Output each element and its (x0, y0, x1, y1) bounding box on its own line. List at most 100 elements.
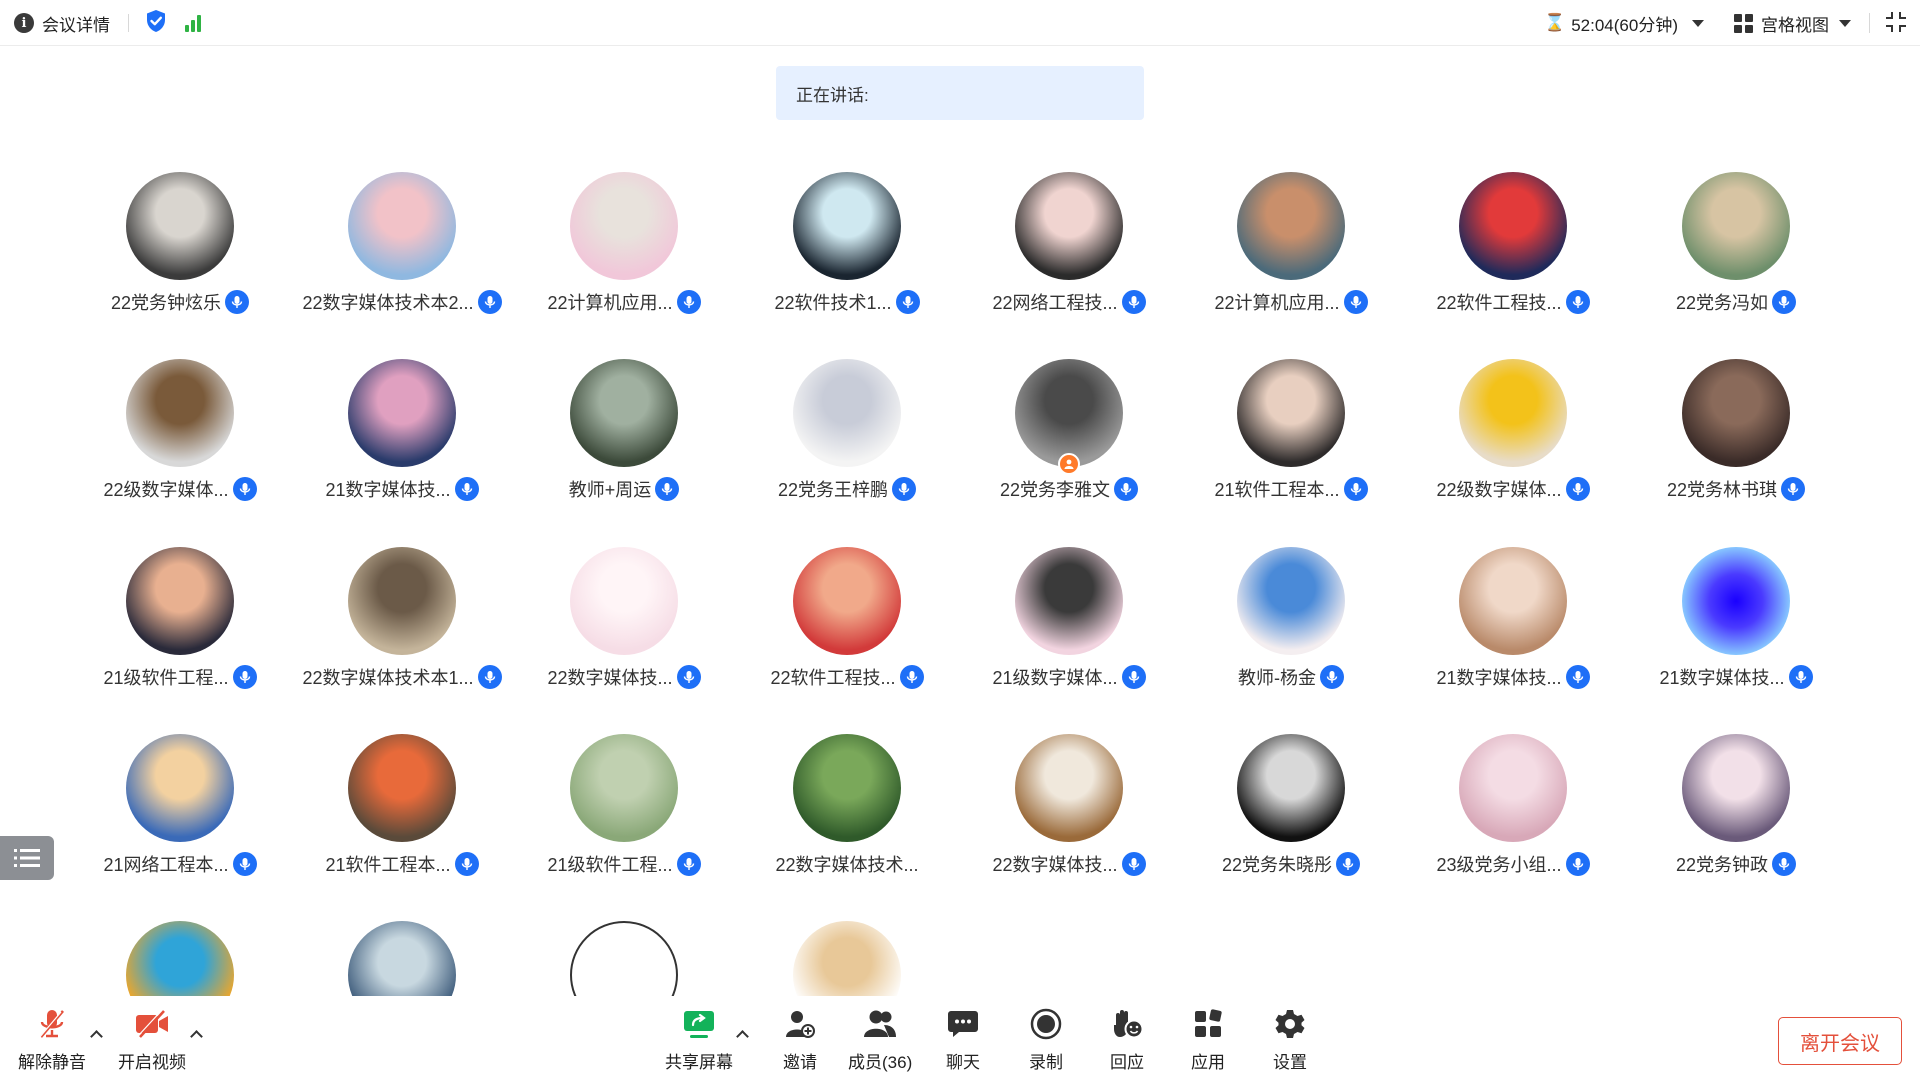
share-options-caret[interactable] (736, 1030, 750, 1040)
participant-tile[interactable] (69, 921, 291, 996)
participant-tile[interactable] (513, 921, 735, 996)
chat-button[interactable]: 聊天 (943, 1006, 983, 1076)
avatar (570, 734, 678, 842)
participant-name-row: 22计算机应用... (513, 288, 735, 316)
participant-tile[interactable]: 22党务冯如 (1625, 172, 1847, 358)
video-options-caret[interactable] (190, 1030, 204, 1040)
start-video-button[interactable]: 开启视频 (118, 1006, 186, 1076)
participant-tile[interactable]: 22计算机应用... (1180, 172, 1402, 358)
avatar (348, 547, 456, 655)
microphone-icon (1565, 665, 1590, 689)
microphone-icon (454, 477, 479, 501)
participant-tile[interactable]: 教师+周运 (513, 359, 735, 545)
microphone-icon (1343, 290, 1368, 314)
participant-tile[interactable]: 21级软件工程... (69, 547, 291, 733)
participant-tile[interactable]: 21数字媒体技... (1402, 547, 1624, 733)
participant-name: 21软件工程本... (325, 855, 451, 875)
participant-name-row: 22软件工程技... (1402, 288, 1624, 316)
participant-tile[interactable]: 22级数字媒体... (69, 359, 291, 545)
participant-tile[interactable]: 22党务王梓鹏 (736, 359, 958, 545)
participant-tile[interactable]: 22数字媒体技术... (736, 734, 958, 920)
participant-name-row: 22党务李雅文 (958, 475, 1180, 503)
avatar (348, 734, 456, 842)
participant-name: 22数字媒体技... (547, 668, 673, 688)
participant-tile[interactable]: 22党务李雅文 (958, 359, 1180, 545)
microphone-icon (899, 665, 924, 689)
avatar (1459, 734, 1567, 842)
participant-name-row: 22级数字媒体... (69, 475, 291, 503)
participant-tile[interactable]: 22网络工程技... (958, 172, 1180, 358)
members-icon (860, 1006, 900, 1042)
avatar (126, 359, 234, 467)
share-screen-icon (679, 1006, 719, 1042)
gear-icon (1270, 1006, 1310, 1042)
participant-tile[interactable]: 21级数字媒体... (958, 547, 1180, 733)
participant-tile[interactable]: 21网络工程本... (69, 734, 291, 920)
participant-tile[interactable]: 22数字媒体技... (958, 734, 1180, 920)
microphone-icon (477, 290, 502, 314)
microphone-icon (1788, 665, 1813, 689)
participant-tile[interactable]: 22数字媒体技术本1... (291, 547, 513, 733)
participant-name-row: 22党务钟政 (1625, 850, 1847, 878)
participant-name: 21数字媒体技... (1659, 668, 1785, 688)
microphone-icon (1121, 852, 1146, 876)
participant-tile[interactable]: 22软件工程技... (1402, 172, 1624, 358)
participant-name-row: 22网络工程技... (958, 288, 1180, 316)
participant-name-row: 22党务朱晓彤 (1180, 850, 1402, 878)
leave-meeting-button[interactable]: 离开会议 (1778, 1017, 1902, 1065)
members-button[interactable]: 成员(36) (848, 1006, 912, 1076)
participant-tile[interactable]: 21级软件工程... (513, 734, 735, 920)
participant-tile[interactable]: 22党务钟政 (1625, 734, 1847, 920)
participant-tile[interactable]: 22党务朱晓彤 (1180, 734, 1402, 920)
chat-label: 聊天 (946, 1053, 980, 1072)
participant-name-row: 22数字媒体技... (958, 850, 1180, 878)
chat-icon (943, 1006, 983, 1042)
participant-name-row: 21级数字媒体... (958, 663, 1180, 691)
participant-tile[interactable]: 23级党务小组... (1402, 734, 1624, 920)
participant-tile[interactable]: 22数字媒体技术本2... (291, 172, 513, 358)
participant-tile[interactable]: 22软件工程技... (736, 547, 958, 733)
participant-tile[interactable]: 22级数字媒体... (1402, 359, 1624, 545)
side-panel-toggle[interactable] (0, 836, 54, 880)
meeting-window: i 会议详情 ⌛ 52:04(60分钟) 宫格视图 正在讲话: 22党务钟炫乐 … (0, 0, 1920, 1080)
share-screen-button[interactable]: 共享屏幕 (665, 1006, 733, 1076)
microphone-icon (1772, 852, 1797, 876)
participant-name: 22计算机应用... (1214, 293, 1340, 313)
apps-button[interactable]: 应用 (1188, 1006, 1228, 1076)
avatar (1682, 359, 1790, 467)
microphone-icon (1565, 290, 1590, 314)
participant-name-row: 22数字媒体技... (513, 663, 735, 691)
participant-tile[interactable]: 21数字媒体技... (1625, 547, 1847, 733)
reaction-button[interactable]: 回应 (1107, 1006, 1147, 1076)
settings-button[interactable]: 设置 (1270, 1006, 1310, 1076)
participant-name-row: 21级软件工程... (69, 663, 291, 691)
participant-tile[interactable]: 22党务钟炫乐 (69, 172, 291, 358)
microphone-icon (225, 290, 250, 314)
microphone-muted-icon (32, 1006, 72, 1042)
participant-tile[interactable]: 教师-杨金 (1180, 547, 1402, 733)
avatar (1015, 359, 1123, 467)
participant-tile[interactable]: 22党务林书琪 (1625, 359, 1847, 545)
unmute-button[interactable]: 解除静音 (18, 1006, 86, 1076)
participant-name: 22级数字媒体... (1436, 480, 1562, 500)
audio-options-caret[interactable] (90, 1030, 104, 1040)
participant-tile[interactable]: 22计算机应用... (513, 172, 735, 358)
microphone-icon (1565, 477, 1590, 501)
members-label: 成员(36) (848, 1053, 913, 1072)
microphone-icon (676, 290, 701, 314)
avatar (1015, 734, 1123, 842)
participant-tile[interactable]: 22软件技术1... (736, 172, 958, 358)
microphone-icon (1565, 852, 1590, 876)
invite-button[interactable]: 邀请 (780, 1006, 820, 1076)
participant-tile[interactable]: 22数字媒体技... (513, 547, 735, 733)
participant-tile[interactable] (291, 921, 513, 996)
participant-tile[interactable]: 21数字媒体技... (291, 359, 513, 545)
participant-tile[interactable]: 21软件工程本... (1180, 359, 1402, 545)
record-label: 录制 (1029, 1053, 1063, 1072)
participant-tile[interactable]: 21软件工程本... (291, 734, 513, 920)
start-video-label: 开启视频 (118, 1053, 186, 1072)
participant-tile[interactable] (736, 921, 958, 996)
record-button[interactable]: 录制 (1026, 1006, 1066, 1076)
avatar (1015, 172, 1123, 280)
avatar (793, 547, 901, 655)
